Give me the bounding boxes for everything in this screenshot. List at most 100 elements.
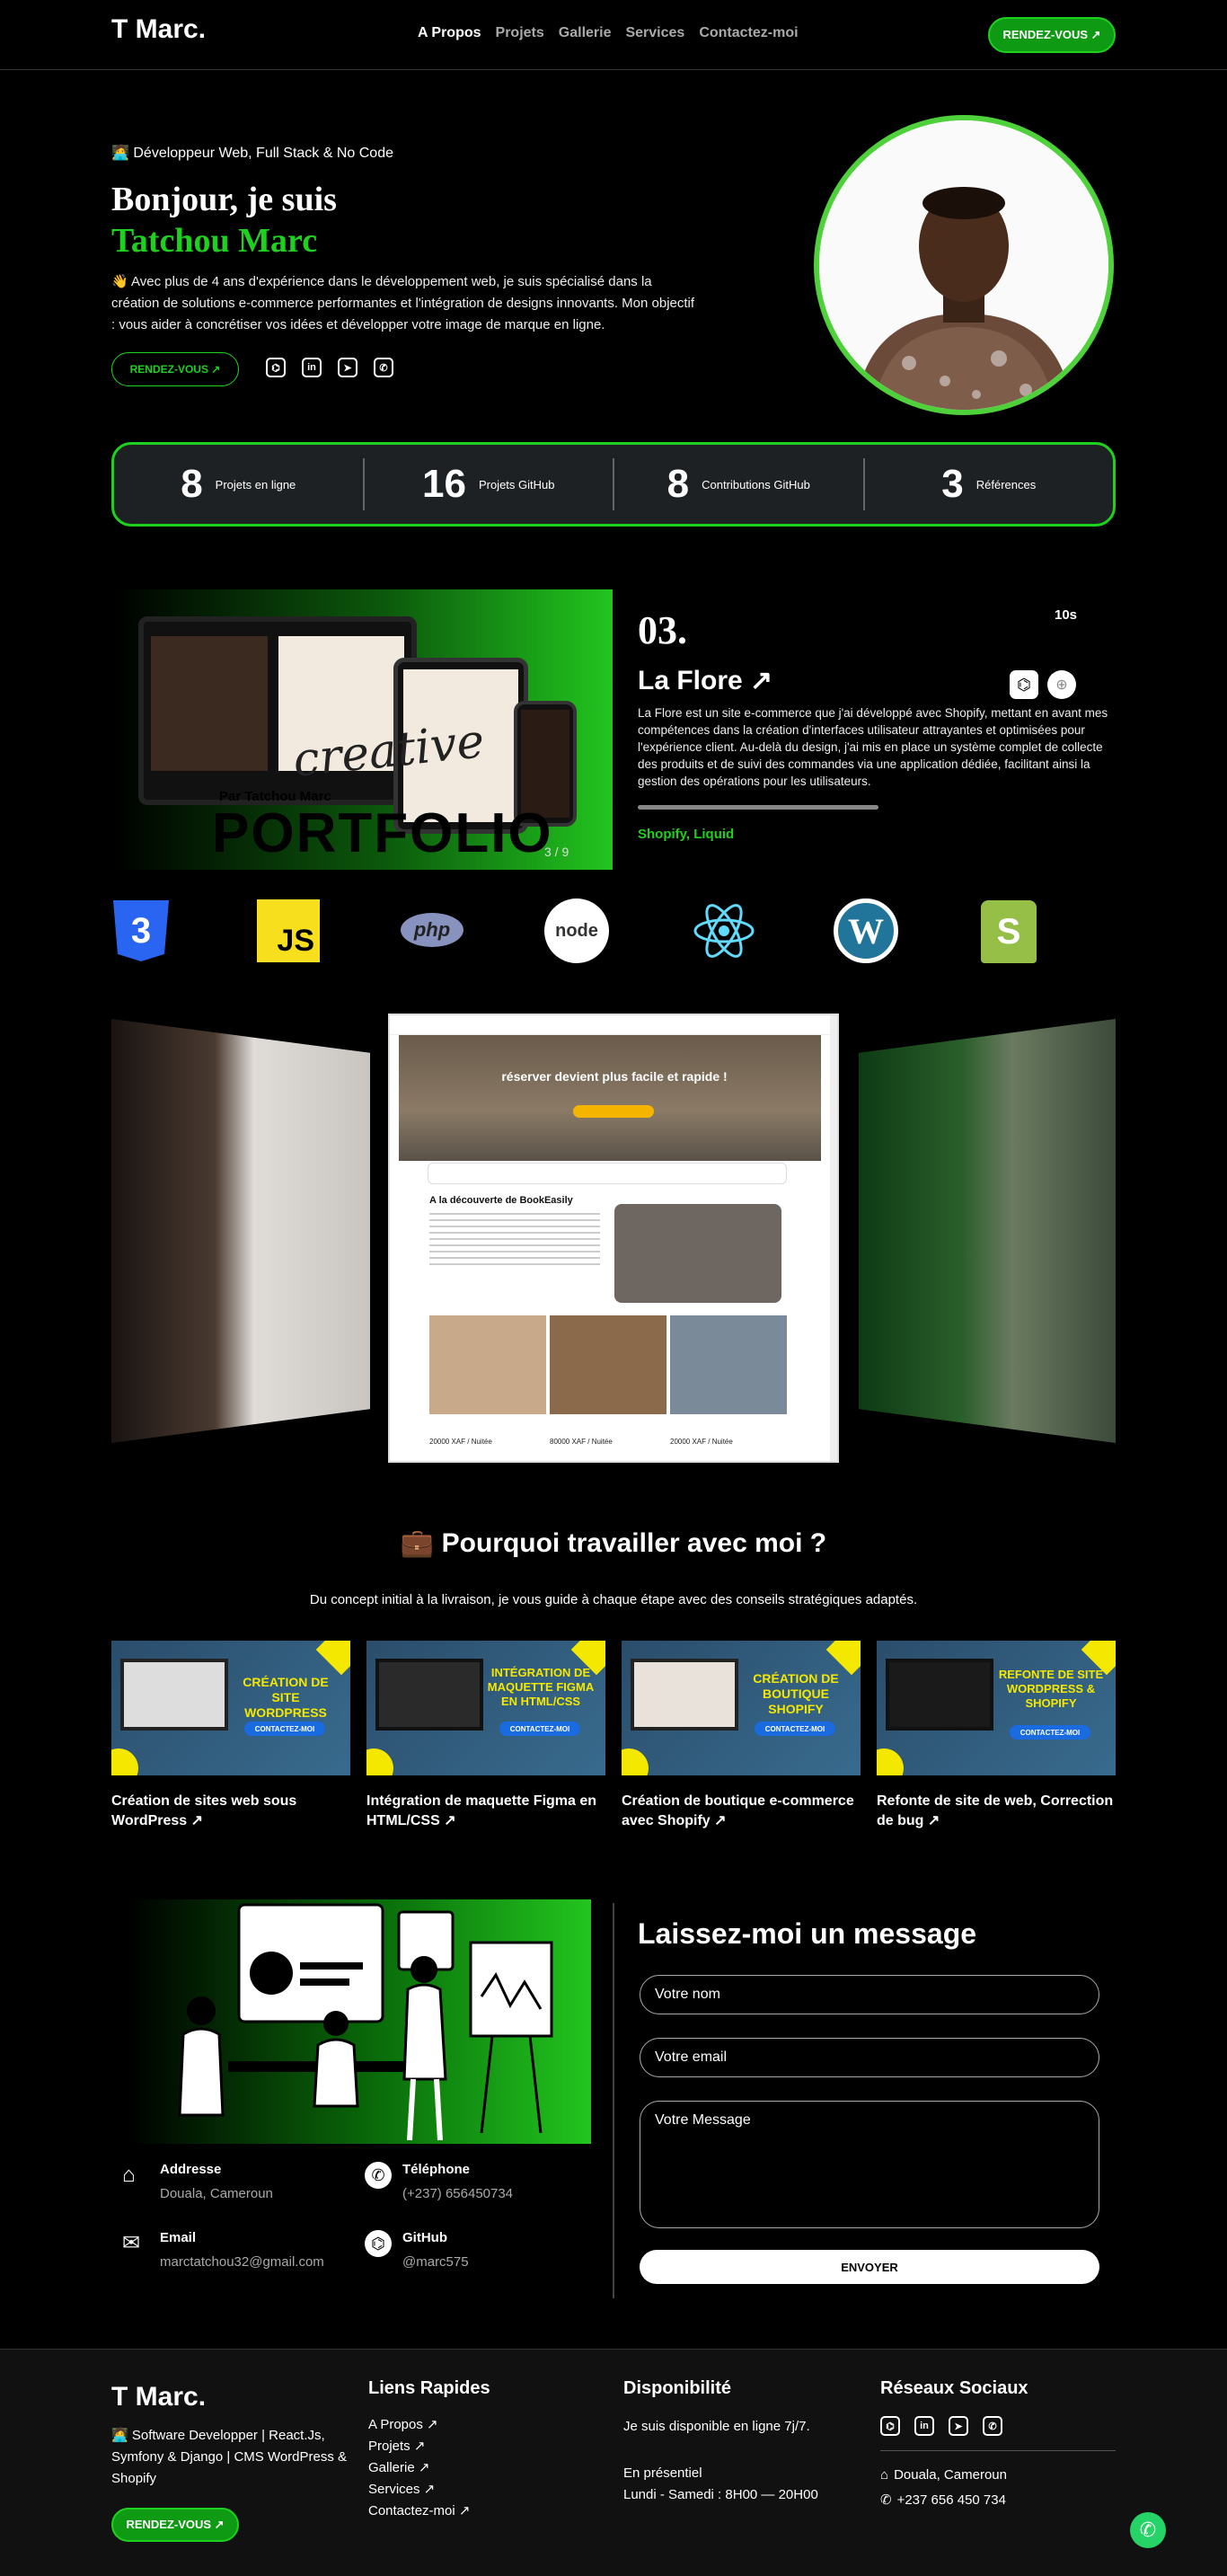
- info-value[interactable]: @marc575: [402, 2254, 469, 2270]
- house-icon: ⌂: [122, 2163, 136, 2187]
- info-label: Addresse: [160, 2162, 222, 2177]
- footer: T Marc. 🧑‍💻 Software Developper | React.…: [0, 2349, 1227, 2576]
- stat-references: 3 Références: [941, 462, 1037, 506]
- project-tech: Shopify, Liquid: [638, 827, 735, 842]
- service-cta: CONTACTEZ-MOI: [244, 1722, 325, 1736]
- message-field[interactable]: Votre Message: [640, 2101, 1099, 2228]
- service-banner: INTÉGRATION DE MAQUETTE FIGMA EN HTML/CS…: [487, 1666, 595, 1708]
- telegram-icon[interactable]: ➤: [949, 2416, 968, 2436]
- react-icon: [692, 902, 756, 960]
- contact-github: ⌬ GitHub @marc575: [365, 2230, 469, 2270]
- footer-logo[interactable]: T Marc.: [111, 2382, 206, 2412]
- project-description: La Flore est un site e-commerce que j'ai…: [638, 706, 1108, 788]
- price-3: 20000 XAF / Nuitée: [670, 1438, 733, 1446]
- main-nav: A Propos Projets Gallerie Services Conta…: [418, 25, 799, 41]
- hero-rdv-button[interactable]: RENDEZ-VOUS ↗: [111, 352, 239, 386]
- github-icon: ⌬: [365, 2230, 392, 2257]
- footer-rdv-button[interactable]: RENDEZ-VOUS ↗: [111, 2508, 239, 2542]
- slide-progress: [638, 805, 878, 810]
- service-card[interactable]: INTÉGRATION DE MAQUETTE FIGMA EN HTML/CS…: [366, 1641, 605, 1775]
- service-banner: REFONTE DE SITE WORDPRESS & SHOPIFY: [998, 1668, 1104, 1710]
- profile-photo: [814, 115, 1114, 415]
- links-title: Liens Rapides: [368, 2378, 490, 2398]
- footer-socials: ⌬ in ➤ ✆: [880, 2416, 1002, 2436]
- css3-icon: 3: [113, 900, 169, 961]
- github-icon[interactable]: ⌬: [266, 358, 286, 377]
- hero-title: Bonjour, je suis: [111, 181, 337, 218]
- footer-link-projets[interactable]: Projets ↗: [368, 2436, 470, 2457]
- dispo-title: Disponibilité: [623, 2378, 731, 2398]
- name-field[interactable]: Votre nom: [640, 1975, 1099, 2014]
- contact-email: ✉ Email marctatchou32@gmail.com: [122, 2230, 324, 2270]
- footer-link-contact[interactable]: Contactez-moi ↗: [368, 2501, 470, 2522]
- service-banner: CRÉATION DE SITE WORDPRESS: [243, 1675, 329, 1720]
- telegram-icon[interactable]: ➤: [338, 358, 358, 377]
- send-button[interactable]: ENVOYER: [640, 2250, 1099, 2284]
- project-image[interactable]: creative Par Tatchou Marc PORTFOLIO 3 / …: [113, 589, 613, 870]
- email-field[interactable]: Votre email: [640, 2038, 1099, 2077]
- contact-title: Laissez-moi un message: [638, 1917, 977, 1950]
- whatsapp-float-button[interactable]: ✆: [1130, 2512, 1166, 2548]
- info-value: Douala, Cameroun: [160, 2186, 273, 2201]
- footer-links: A Propos ↗ Projets ↗ Gallerie ↗ Services…: [368, 2414, 470, 2522]
- house-icon: ⌂: [880, 2467, 889, 2483]
- service-title[interactable]: Refonte de site de web, Correction de bu…: [877, 1792, 1116, 1830]
- gallery-left-slide[interactable]: [111, 1019, 370, 1443]
- service-card[interactable]: CRÉATION DE BOUTIQUE SHOPIFY CONTACTEZ-M…: [622, 1641, 861, 1775]
- footer-link-apropos[interactable]: A Propos ↗: [368, 2414, 470, 2436]
- slide-timer: 10s: [1055, 607, 1078, 623]
- project-github-icon[interactable]: ⌬: [1010, 670, 1038, 699]
- dispo-online: Je suis disponible en ligne 7j/7.: [623, 2419, 810, 2434]
- why-subtitle: Du concept initial à la livraison, je vo…: [309, 1592, 918, 1607]
- service-title[interactable]: Intégration de maquette Figma en HTML/CS…: [366, 1792, 605, 1830]
- project-link-icon[interactable]: ⊕: [1047, 670, 1076, 699]
- service-card[interactable]: REFONTE DE SITE WORDPRESS & SHOPIFY CONT…: [877, 1641, 1116, 1775]
- stat-projects-online: 8 Projets en ligne: [181, 462, 296, 506]
- service-title[interactable]: Création de boutique e-commerce avec Sho…: [622, 1792, 861, 1830]
- site-header: T Marc. A Propos Projets Gallerie Servic…: [0, 0, 1227, 70]
- nav-apropos[interactable]: A Propos: [418, 25, 481, 41]
- gallery-right-slide[interactable]: [859, 1019, 1116, 1443]
- stat-github-contributions: 8 Contributions GitHub: [666, 462, 810, 506]
- gallery-center-slide[interactable]: réserver devient plus facile et rapide !…: [388, 1014, 839, 1463]
- nodejs-icon: node: [544, 899, 609, 963]
- info-value[interactable]: (+237) 656450734: [402, 2186, 513, 2201]
- gallery-subtitle: A la découverte de BookEasily: [429, 1195, 573, 1206]
- nav-services[interactable]: Services: [625, 25, 684, 41]
- logo[interactable]: T Marc.: [111, 14, 206, 45]
- hero-socials: ⌬ in ➤ ✆: [266, 358, 393, 377]
- linkedin-icon[interactable]: in: [914, 2416, 934, 2436]
- header-rdv-button[interactable]: RENDEZ-VOUS ↗: [988, 17, 1116, 53]
- github-icon[interactable]: ⌬: [880, 2416, 900, 2436]
- service-cta: CONTACTEZ-MOI: [499, 1722, 580, 1736]
- info-label: GitHub: [402, 2230, 447, 2245]
- contact-illustration: [129, 1899, 591, 2144]
- info-label: Email: [160, 2230, 197, 2245]
- js-icon: JS: [257, 899, 320, 962]
- why-title: 💼 Pourquoi travailler avec moi ?: [400, 1528, 827, 1558]
- info-value[interactable]: marctatchou32@gmail.com: [160, 2254, 324, 2270]
- whatsapp-icon[interactable]: ✆: [374, 358, 393, 377]
- footer-link-gallerie[interactable]: Gallerie ↗: [368, 2457, 470, 2479]
- dispo-inperson: En présentiel: [623, 2465, 702, 2481]
- footer-address: ⌂ Douala, Cameroun: [880, 2465, 1007, 2486]
- footer-phone: ✆ +237 656 450 734: [880, 2490, 1006, 2511]
- stats-bar: 8 Projets en ligne 16 Projets GitHub 8 Cont…: [111, 442, 1116, 527]
- social-title: Réseaux Sociaux: [880, 2378, 1028, 2398]
- gallery-headline: réserver devient plus facile et rapide !: [501, 1069, 728, 1084]
- nav-projets[interactable]: Projets: [496, 25, 544, 41]
- nav-gallerie[interactable]: Gallerie: [559, 25, 612, 41]
- shopify-icon: S: [981, 900, 1037, 963]
- project-title[interactable]: La Flore ↗: [638, 665, 772, 696]
- mail-icon: ✉: [122, 2231, 141, 2255]
- nav-contact[interactable]: Contactez-moi: [699, 25, 798, 41]
- service-card[interactable]: CRÉATION DE SITE WORDPRESS CONTACTEZ-MOI: [111, 1641, 350, 1775]
- php-icon: php: [401, 913, 463, 947]
- price-1: 20000 XAF / Nuitée: [429, 1438, 492, 1446]
- service-title[interactable]: Création de sites web sous WordPress ↗: [111, 1792, 350, 1830]
- footer-link-services[interactable]: Services ↗: [368, 2479, 470, 2501]
- linkedin-icon[interactable]: in: [302, 358, 322, 377]
- project-number: 03.: [638, 608, 687, 652]
- whatsapp-icon[interactable]: ✆: [983, 2416, 1002, 2436]
- service-banner: CRÉATION DE BOUTIQUE SHOPIFY: [753, 1671, 839, 1716]
